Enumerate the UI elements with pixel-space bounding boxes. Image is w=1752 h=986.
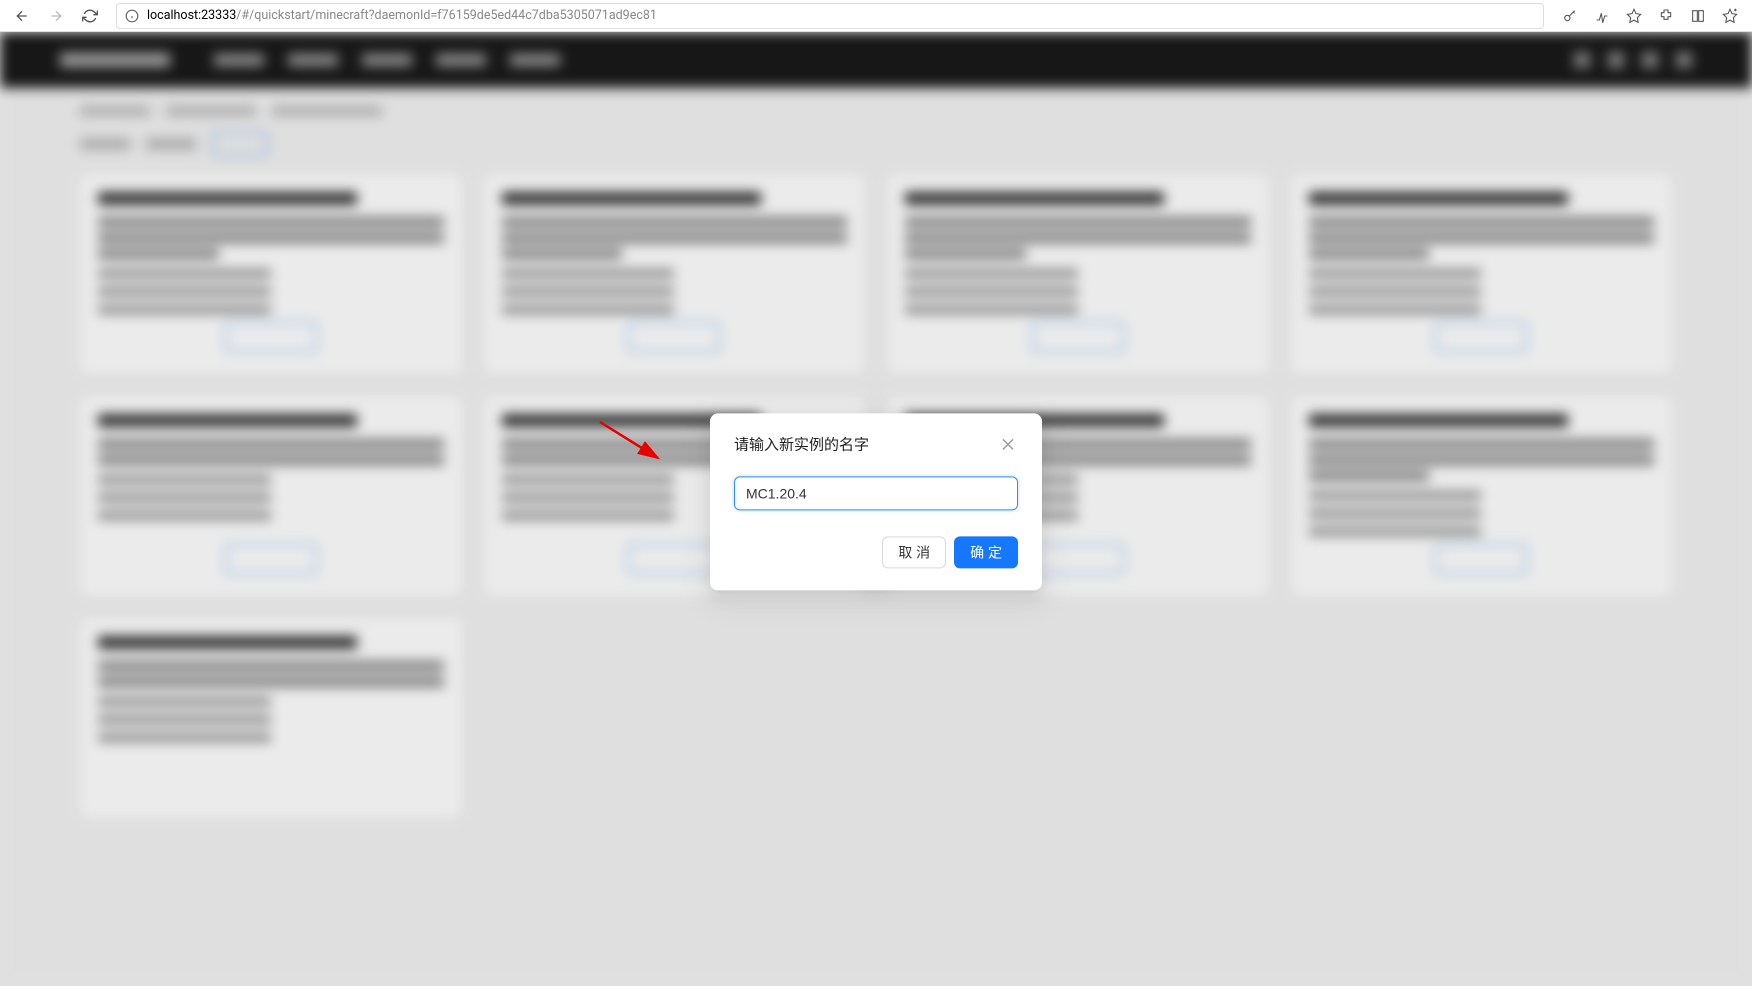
address-bar[interactable]: localhost:23333/#/quickstart/minecraft?d… (116, 3, 1544, 29)
confirm-button[interactable]: 确 定 (954, 536, 1018, 568)
favorite-icon[interactable] (1620, 2, 1648, 30)
modal-title: 请输入新实例的名字 (734, 433, 869, 454)
read-aloud-icon[interactable] (1588, 2, 1616, 30)
arrow-left-icon (14, 8, 30, 24)
close-button[interactable] (998, 434, 1018, 454)
back-button[interactable] (8, 2, 36, 30)
instance-name-input[interactable] (734, 476, 1018, 510)
info-icon (125, 9, 139, 23)
page-viewport: 请输入新实例的名字 取 消 确 定 (0, 32, 1752, 986)
refresh-button[interactable] (76, 2, 104, 30)
url-text: localhost:23333/#/quickstart/minecraft?d… (147, 8, 657, 23)
browser-right-icons (1556, 2, 1744, 30)
browser-toolbar: localhost:23333/#/quickstart/minecraft?d… (0, 0, 1752, 32)
close-icon (1002, 438, 1014, 450)
cancel-button[interactable]: 取 消 (882, 536, 946, 568)
extensions-icon[interactable] (1652, 2, 1680, 30)
forward-button[interactable] (42, 2, 70, 30)
arrow-right-icon (48, 8, 64, 24)
collections-icon[interactable] (1684, 2, 1712, 30)
favorites-star-icon[interactable] (1716, 2, 1744, 30)
refresh-icon (82, 8, 98, 24)
new-instance-name-modal: 请输入新实例的名字 取 消 确 定 (710, 413, 1042, 590)
key-icon[interactable] (1556, 2, 1584, 30)
